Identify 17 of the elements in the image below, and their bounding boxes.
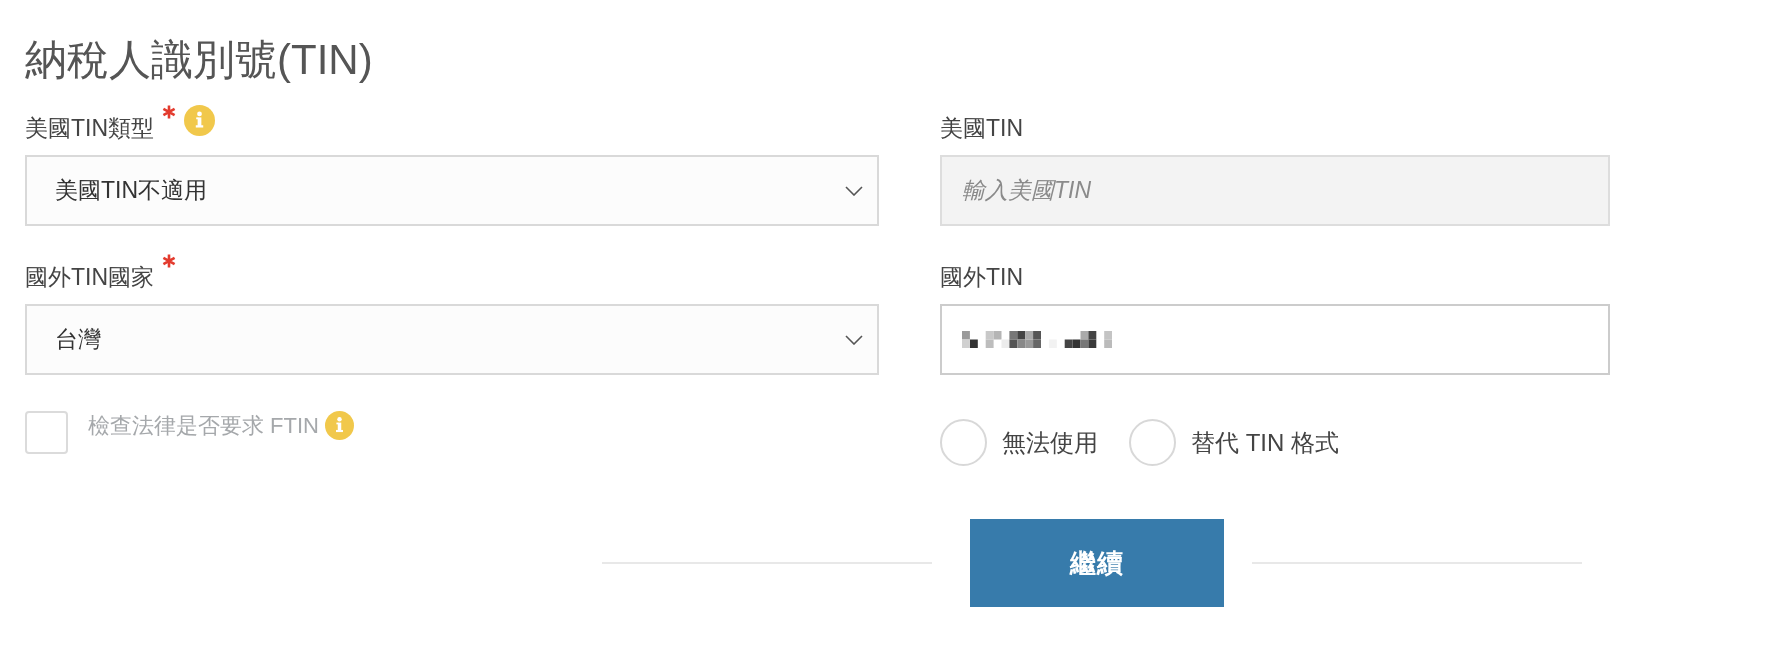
- dropdown-field[interactable]: 台灣: [25, 304, 879, 375]
- field-label: 美國TIN: [940, 114, 1024, 143]
- info-icon[interactable]: [184, 105, 216, 136]
- radio-button[interactable]: [940, 419, 987, 466]
- text-field[interactable]: [940, 304, 1610, 375]
- field-label: 國外TIN國家: [25, 263, 155, 292]
- radio-label[interactable]: 無法使用: [1002, 427, 1098, 458]
- field-label: 美國TIN類型: [25, 114, 155, 143]
- radio-button[interactable]: [1129, 419, 1176, 466]
- radio-label[interactable]: 替代 TIN 格式: [1191, 427, 1339, 458]
- checkbox-label: 檢查法律是否要求 FTIN: [88, 412, 319, 440]
- field-label: 國外TIN: [940, 263, 1024, 292]
- continue-button[interactable]: 繼續: [970, 519, 1224, 607]
- dropdown-field[interactable]: 美國TIN不適用: [25, 155, 879, 226]
- chevron-down-icon: [845, 334, 863, 345]
- section-title: 納稅人識別號(TIN): [25, 36, 373, 84]
- chevron-down-icon: [845, 185, 863, 196]
